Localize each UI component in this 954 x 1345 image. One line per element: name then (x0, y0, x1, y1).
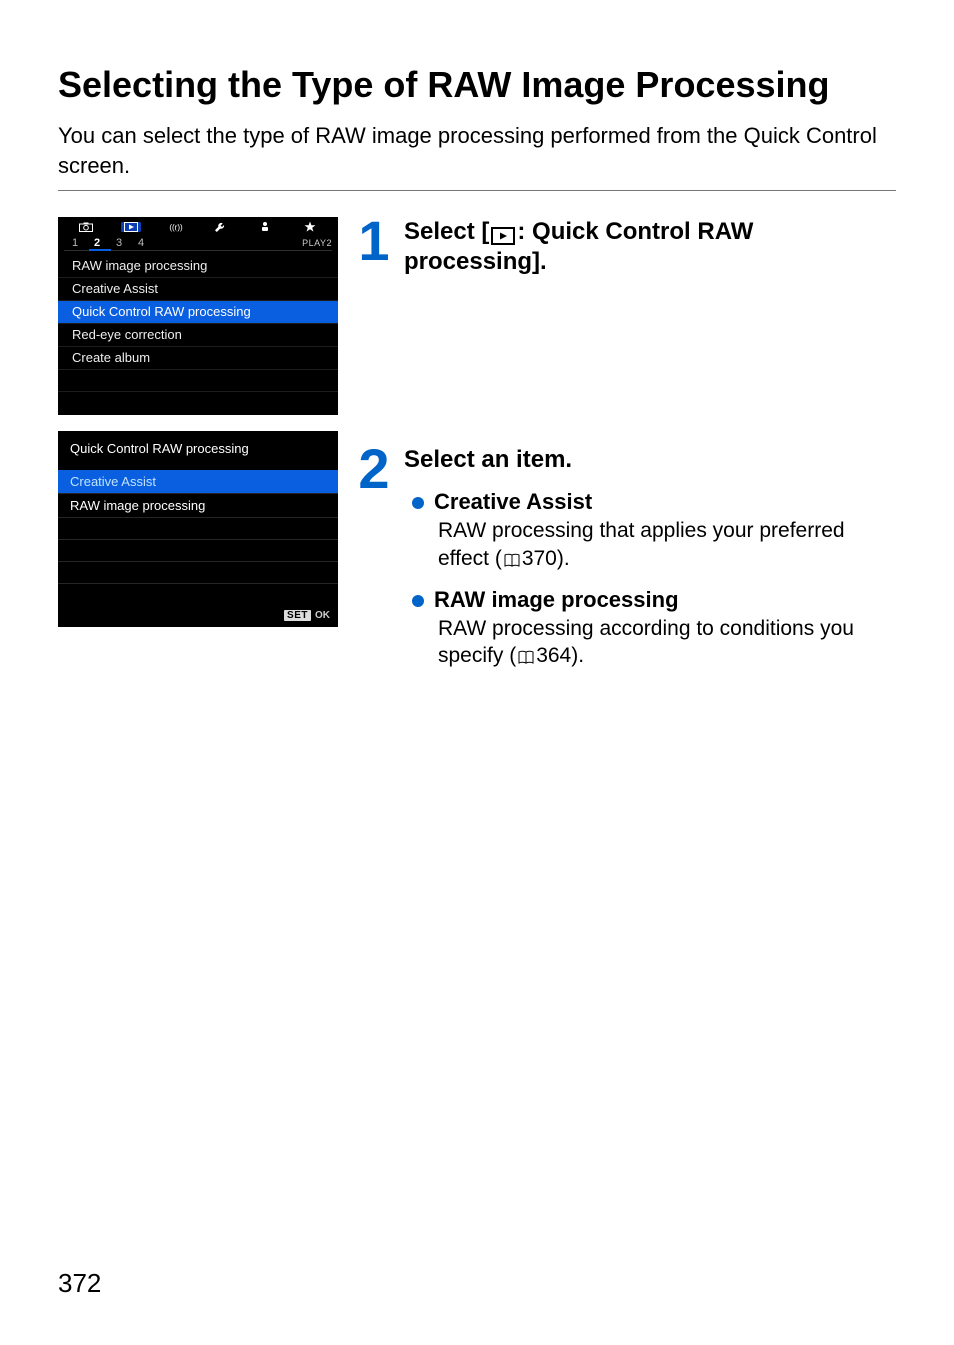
page-number: 372 (58, 1268, 101, 1299)
menu-item-blank (58, 370, 338, 392)
svg-text:((ṛ)): ((ṛ)) (169, 223, 183, 232)
bullet-desc-before: RAW processing according to conditions y… (438, 617, 854, 667)
bullet-desc: RAW processing according to conditions y… (438, 615, 896, 673)
tab-3: 3 (108, 237, 130, 249)
submenu-item-blank (58, 562, 338, 584)
submenu-heading: Quick Control RAW processing (58, 431, 338, 470)
bullet-page-ref: 364 (536, 644, 571, 667)
submenu-item: RAW image processing (58, 494, 338, 518)
menu-item-selected: Quick Control RAW processing (58, 301, 338, 324)
menu-item: Create album (58, 347, 338, 370)
set-ok-indicator: SET OK (284, 610, 330, 621)
submenu-item-blank (58, 540, 338, 562)
tab-4: 4 (130, 237, 152, 249)
menu-tab-bar: 1 2 3 4 PLAY2 (58, 235, 338, 251)
camera-icon (64, 222, 109, 232)
step-2: 2 Select an item. Creative Assist RAW pr… (356, 445, 896, 684)
bullet-desc-before: RAW processing that applies your preferr… (438, 519, 845, 569)
star-icon (287, 221, 332, 233)
menu-item-blank (58, 392, 338, 414)
menu-list: RAW image processing Creative Assist Qui… (58, 251, 338, 414)
intro-text: You can select the type of RAW image pro… (58, 121, 896, 180)
tab-group-label: PLAY2 (302, 238, 332, 248)
camera-menu-screenshot-2: Quick Control RAW processing Creative As… (58, 431, 338, 627)
bullet-dot-icon (412, 595, 424, 607)
submenu-item-blank (58, 584, 338, 606)
bullet-desc-after: ). (571, 644, 584, 667)
bullet-dot-icon (412, 497, 424, 509)
bullet-desc-after: ). (557, 547, 570, 570)
step-2-heading: Select an item. (404, 445, 896, 475)
wireless-icon: ((ṛ)) (153, 222, 198, 232)
menu-item: Creative Assist (58, 278, 338, 301)
bullet-creative-assist: Creative Assist RAW processing that appl… (412, 489, 896, 575)
menu-icon-bar: ((ṛ)) (58, 217, 338, 235)
tab-2: 2 (86, 237, 108, 249)
step-number-1: 1 (356, 219, 392, 264)
menu-item: Red-eye correction (58, 324, 338, 347)
camera-menu-screenshot-1: ((ṛ)) 1 2 3 4 PL (58, 217, 338, 415)
step-1-prefix: Select [ (404, 218, 489, 245)
playback-inline-icon (491, 227, 515, 245)
bullet-title: Creative Assist (434, 489, 896, 515)
ok-label: OK (315, 610, 330, 621)
step-1: 1 Select [: Quick Control RAW processing… (356, 217, 896, 417)
step-1-heading: Select [: Quick Control RAW processing]. (404, 217, 896, 277)
custom-icon (243, 221, 288, 233)
set-label: SET (284, 610, 311, 621)
bullet-raw-processing: RAW image processing RAW processing acco… (412, 587, 896, 673)
menu-item: RAW image processing (58, 255, 338, 278)
book-icon (503, 548, 521, 575)
divider (58, 190, 896, 191)
tab-1: 1 (64, 237, 86, 249)
bullet-title: RAW image processing (434, 587, 896, 613)
submenu-item-selected: Creative Assist (58, 470, 338, 494)
playback-icon (109, 222, 154, 232)
step-number-2: 2 (356, 447, 392, 492)
page-title: Selecting the Type of RAW Image Processi… (58, 62, 896, 107)
book-icon (517, 645, 535, 672)
submenu-item-blank (58, 518, 338, 540)
bullet-desc: RAW processing that applies your preferr… (438, 517, 896, 575)
wrench-icon (198, 221, 243, 233)
bullet-page-ref: 370 (522, 547, 557, 570)
